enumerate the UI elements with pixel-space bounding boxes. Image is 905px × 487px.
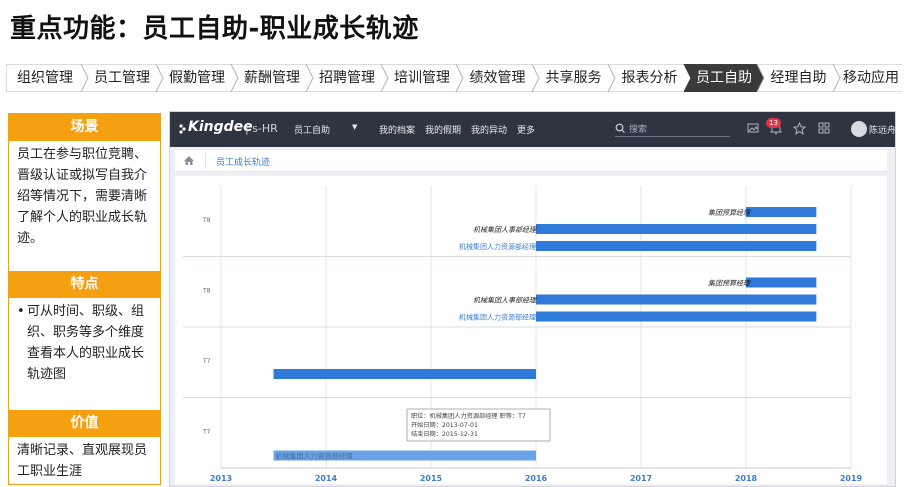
grade-label: T7 (202, 429, 211, 436)
menu-my-leave[interactable]: 我的假期 (425, 123, 461, 136)
bar-label: 机械集团人力资源部经理 (276, 452, 353, 461)
x-tick-label: 2019 (840, 474, 863, 483)
x-tick-label: 2014 (315, 474, 338, 483)
menu-my-profile[interactable]: 我的档案 (379, 123, 415, 136)
timeline-bar[interactable] (746, 207, 817, 217)
app-top-bar: Kingdee | s-HR 员工自助 ▼ 我的档案 我的假期 我的异动 更多 … (170, 112, 895, 147)
timeline-bar[interactable] (536, 294, 817, 305)
user-avatar-icon[interactable] (851, 121, 867, 137)
career-timeline-svg: 2013 2014 2015 2016 2017 2018 2019T8集团预算经理机械集团… (183, 186, 863, 483)
page-title: 重点功能：员工自助-职业成长轨迹 (10, 14, 419, 44)
notification-badge: 13 (766, 118, 781, 128)
search-icon (615, 123, 625, 133)
nav-tab-5[interactable]: 培训管理 (388, 64, 456, 92)
nav-tab-11[interactable]: 移动应用 (840, 64, 902, 92)
menu-more[interactable]: 更多 (517, 123, 535, 136)
nav-tab-6[interactable]: 绩效管理 (463, 64, 532, 92)
nav-tab-1[interactable]: 员工管理 (88, 64, 156, 92)
search-input[interactable]: 搜索 (615, 122, 730, 137)
breadcrumb-current[interactable]: 员工成长轨迹 (216, 155, 270, 168)
menu-employee-self-service[interactable]: 员工自助 (294, 123, 330, 136)
app-product-name: | s-HR (245, 122, 278, 135)
grade-label: T8 (202, 217, 211, 224)
menu-my-changes[interactable]: 我的异动 (471, 123, 507, 136)
x-tick-label: 2013 (210, 474, 232, 483)
bar-label: 机械集团人力资源部经理 (459, 242, 536, 251)
x-tick-label: 2017 (630, 474, 652, 483)
career-timeline-chart: 2013 2014 2015 2016 2017 2018 2019 T8 集团预算经理 机械集团… (175, 176, 887, 484)
bar-label: 集团预算经理 (708, 209, 751, 217)
star-icon[interactable] (793, 122, 806, 135)
tooltip-line: 开始日期：2013-07-01 (411, 421, 478, 429)
tooltip-line: 结束日期：2015-12-31 (411, 430, 478, 438)
image-icon[interactable] (747, 122, 759, 134)
bar-label: 机械集团人事部经理 (473, 297, 537, 305)
nav-tab-9[interactable]: 员工自助 (691, 64, 757, 92)
timeline-bar[interactable] (536, 311, 817, 322)
bar-label: 集团预算经理 (708, 280, 751, 288)
info-panel: 场景 员工在参与职位竞聘、晋级认证或拟写自我介绍等情况下，需要清晰了解个人的职业… (8, 113, 161, 485)
nav-tab-3[interactable]: 薪酬管理 (238, 64, 306, 92)
feature-heading: 特点 (9, 271, 160, 298)
shr-app-window: Kingdee | s-HR 员工自助 ▼ 我的档案 我的假期 我的异动 更多 … (169, 111, 896, 487)
username[interactable]: 陈远舟 (869, 123, 895, 136)
breadcrumb: 员工成长轨迹 (175, 150, 887, 172)
x-tick-label: 2016 (525, 474, 548, 483)
kingdee-logo-icon (179, 124, 186, 134)
chevron-down-icon[interactable]: ▼ (352, 123, 357, 131)
tooltip-line: 职位：机械集团人力资源部经理 职等：T7 (411, 412, 526, 420)
grade-label: T8 (202, 288, 211, 295)
scene-text: 员工在参与职位竞聘、晋级认证或拟写自我介绍等情况下，需要清晰了解个人的职业成长轨… (17, 147, 148, 246)
module-nav-bar: 组织管理 员工管理 假勤管理 薪酬管理 招聘管理 培训管理 绩效管理 共享服务 报表分析 员工自助… (6, 64, 902, 92)
scene-heading: 场景 (9, 114, 160, 141)
breadcrumb-divider (205, 153, 206, 169)
nav-tab-2[interactable]: 假勤管理 (163, 64, 231, 92)
timeline-bar[interactable] (273, 369, 537, 379)
app-logo[interactable]: Kingdee (188, 119, 253, 135)
nav-tab-7[interactable]: 共享服务 (539, 64, 608, 92)
grid-icon[interactable] (818, 122, 830, 134)
value-text: 清晰记录、直观展现员工职业生涯 (17, 443, 148, 479)
bar-label: 机械集团人力资源部经理 (459, 313, 536, 322)
grade-label: T7 (202, 358, 211, 365)
x-tick-label: 2015 (420, 474, 443, 483)
nav-tab-8[interactable]: 报表分析 (615, 64, 684, 92)
nav-tab-0[interactable]: 组织管理 (9, 64, 81, 92)
x-tick-label: 2018 (735, 474, 758, 483)
timeline-bar[interactable] (746, 277, 817, 288)
timeline-bar[interactable] (536, 224, 817, 234)
feature-text: 可从时间、职级、组织、职务等多个维度查看本人的职业成长轨迹图 (9, 298, 160, 410)
nav-tab-10[interactable]: 经理自助 (764, 64, 833, 92)
bar-label: 机械集团人事部经理 (473, 226, 537, 234)
home-icon[interactable] (183, 155, 195, 166)
value-heading: 价值 (9, 410, 160, 437)
timeline-bar[interactable] (536, 241, 817, 251)
nav-tab-4[interactable]: 招聘管理 (313, 64, 381, 92)
